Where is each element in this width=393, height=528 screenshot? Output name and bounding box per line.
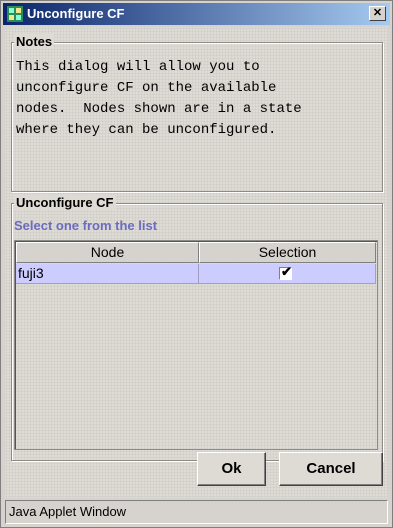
ok-button[interactable]: Ok	[197, 452, 266, 486]
dialog-content: Notes This dialog will allow you to unco…	[5, 27, 388, 498]
column-header-node[interactable]: Node	[16, 242, 199, 263]
table-header: Node Selection	[16, 242, 376, 263]
unconfigure-legend: Unconfigure CF	[14, 195, 116, 210]
table-row[interactable]: fuji3 ✔	[16, 264, 376, 284]
column-header-selection[interactable]: Selection	[199, 242, 376, 263]
close-button[interactable]: ✕	[369, 6, 386, 21]
unconfigure-group: Unconfigure CF Select one from the list …	[11, 195, 383, 461]
status-bar: Java Applet Window	[5, 500, 388, 524]
cancel-button[interactable]: Cancel	[279, 452, 383, 486]
app-icon	[7, 6, 23, 22]
node-cell[interactable]: fuji3	[16, 264, 199, 284]
window-title: Unconfigure CF	[27, 6, 125, 21]
node-table: Node Selection fuji3 ✔	[14, 240, 378, 450]
select-prompt: Select one from the list	[14, 218, 158, 233]
notes-text: This dialog will allow you to unconfigur…	[16, 59, 302, 138]
selection-checkbox[interactable]: ✔	[279, 264, 292, 280]
title-bar[interactable]: Unconfigure CF ✕	[3, 3, 390, 25]
close-icon: ✕	[372, 7, 383, 19]
dialog-window: Unconfigure CF ✕ Notes This dialog will …	[0, 0, 393, 528]
selection-cell[interactable]: ✔	[199, 264, 376, 284]
checkmark-icon: ✔	[281, 264, 292, 279]
notes-legend: Notes	[14, 34, 55, 49]
notes-group: Notes This dialog will allow you to unco…	[11, 34, 383, 192]
